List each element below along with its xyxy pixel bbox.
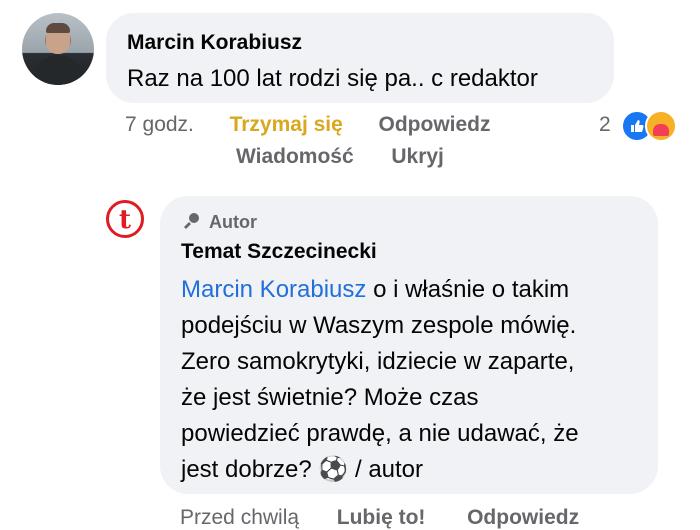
- reply-actions: Przed chwilą Lubię to! Odpowiedz: [180, 506, 579, 530]
- soccer-ball-icon: ⚽: [318, 456, 349, 483]
- like-button[interactable]: Lubię to!: [337, 506, 426, 529]
- logo-letter: t: [118, 205, 131, 235]
- reply-text-line5: powiedzieć prawdę, a nie udawać, że: [181, 420, 579, 447]
- comment-bubble: Marcin Korabiusz Raz na 100 lat rodzi si…: [106, 13, 614, 103]
- reply-time[interactable]: Przed chwilą: [180, 506, 299, 529]
- reply-text-line3: Zero samokrytyki, idziecie w zaparte,: [181, 348, 575, 375]
- reply-bubble: Autor Temat Szczecinecki Marcin Korabius…: [160, 196, 658, 494]
- reply-text-line4: że jest świetnie? Może czas: [181, 384, 479, 411]
- reply-text: Marcin Korabiusz o i właśnie o takim pod…: [181, 272, 651, 488]
- reaction-button[interactable]: Trzymaj się: [230, 113, 343, 136]
- microphone-icon: [181, 212, 201, 235]
- mention-link[interactable]: Marcin Korabiusz: [181, 276, 366, 303]
- reply-text-line2: podejściu w Waszym zespole mówię.: [181, 312, 577, 339]
- comment-time[interactable]: 7 godz.: [125, 113, 194, 136]
- comment-actions-row2: Wiadomość Ukryj: [236, 145, 444, 169]
- comment-author[interactable]: Marcin Korabiusz: [127, 31, 302, 55]
- avatar-marcin[interactable]: [22, 13, 94, 85]
- author-badge: Autor: [181, 212, 257, 235]
- hide-button[interactable]: Ukryj: [391, 145, 444, 168]
- message-button[interactable]: Wiadomość: [236, 145, 354, 168]
- avatar-hair: [46, 23, 70, 33]
- reaction-count: 2: [599, 113, 611, 136]
- avatar-shirt: [35, 55, 81, 85]
- reply-button[interactable]: Odpowiedz: [379, 113, 491, 136]
- care-icon: [645, 110, 677, 142]
- reply-button-2[interactable]: Odpowiedz: [467, 506, 579, 529]
- temat-logo[interactable]: t: [106, 200, 144, 238]
- comment-actions: 7 godz. Trzymaj się Odpowiedz: [125, 113, 491, 137]
- comment-text: Raz na 100 lat rodzi się pa.. c redaktor: [127, 65, 538, 92]
- reply-text-line6: jest dobrze?: [181, 456, 319, 483]
- reply-text-line6-end: / autor: [348, 456, 424, 483]
- reply-author[interactable]: Temat Szczecinecki: [181, 240, 377, 264]
- reply-text-line1: o i właśnie o takim: [366, 276, 570, 303]
- author-badge-label: Autor: [209, 212, 257, 232]
